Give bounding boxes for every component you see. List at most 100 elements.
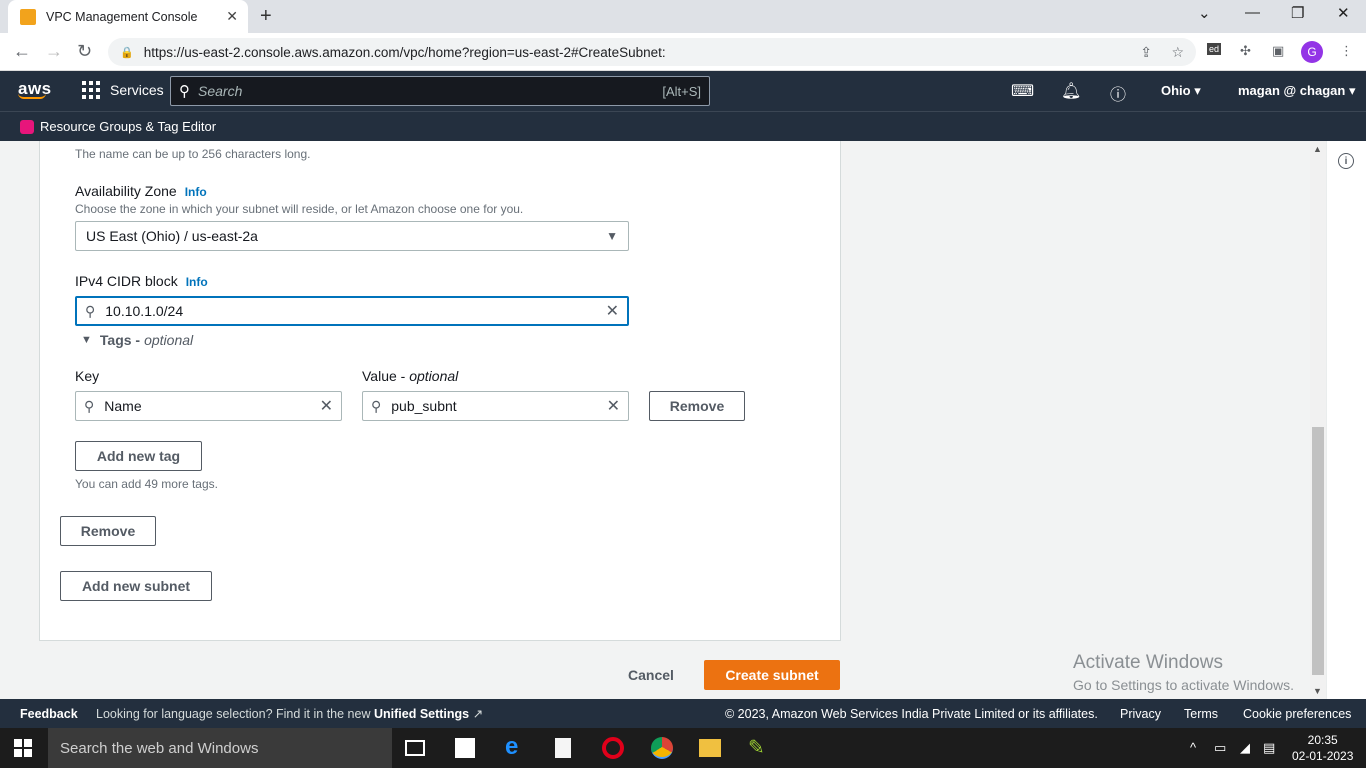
caret-down-icon: ▼ bbox=[606, 229, 618, 243]
store-icon[interactable] bbox=[455, 738, 475, 758]
availability-zone-select[interactable]: US East (Ohio) / us-east-2a ▼ bbox=[75, 221, 629, 251]
scroll-down-icon[interactable]: ▼ bbox=[1313, 686, 1322, 696]
tags-expander[interactable]: ▼ Tags - optional bbox=[81, 332, 193, 348]
file-explorer-icon[interactable] bbox=[699, 739, 721, 757]
opera-icon[interactable] bbox=[602, 737, 624, 759]
paint-icon[interactable]: ✎ bbox=[748, 735, 770, 759]
tag-key-value: Name bbox=[104, 398, 142, 414]
search-icon: ⚲ bbox=[179, 83, 190, 100]
add-new-tag-button[interactable]: Add new tag bbox=[75, 441, 202, 471]
puzzle-icon[interactable]: ✣ bbox=[1240, 43, 1251, 59]
cidr-input[interactable]: ⚲ 10.10.1.0/24 ✕ bbox=[75, 296, 629, 326]
forward-icon[interactable]: → bbox=[45, 41, 63, 62]
search-shortcut: [Alt+S] bbox=[662, 83, 701, 99]
az-info-link[interactable]: Info bbox=[185, 185, 207, 199]
az-label-text: Availability Zone bbox=[75, 183, 177, 199]
resource-groups-link[interactable]: Resource Groups & Tag Editor bbox=[40, 119, 216, 134]
value-label: Value - optional bbox=[362, 368, 458, 384]
tab-search-icon[interactable]: ⌄ bbox=[1198, 4, 1211, 22]
az-value: US East (Ohio) / us-east-2a bbox=[86, 228, 258, 244]
language-notice-text: Looking for language selection? Find it … bbox=[96, 707, 371, 721]
tab-title: VPC Management Console bbox=[46, 9, 198, 24]
back-icon[interactable]: ← bbox=[13, 41, 31, 62]
edge-icon[interactable]: e bbox=[505, 733, 527, 760]
copyright: © 2023, Amazon Web Services India Privat… bbox=[725, 706, 1098, 721]
add-new-subnet-button[interactable]: Add new subnet bbox=[60, 571, 212, 601]
profile-avatar[interactable]: G bbox=[1301, 41, 1323, 63]
az-label: Availability Zone Info bbox=[75, 183, 207, 199]
cidr-label-text: IPv4 CIDR block bbox=[75, 273, 178, 289]
value-optional: optional bbox=[409, 368, 459, 384]
feedback-link[interactable]: Feedback bbox=[20, 707, 78, 721]
close-window-icon[interactable]: ✕ bbox=[1337, 4, 1350, 22]
cidr-info-link[interactable]: Info bbox=[186, 275, 208, 289]
page-scrollbar[interactable]: ▲ ▼ bbox=[1310, 141, 1326, 699]
extension-ed-icon[interactable]: ed bbox=[1207, 43, 1222, 55]
close-tab-icon[interactable]: ✕ bbox=[226, 8, 238, 25]
windows-start-icon[interactable] bbox=[14, 739, 32, 757]
side-panel-icon[interactable]: ▣ bbox=[1272, 43, 1284, 59]
account-menu[interactable]: magan @ chagan ▾ bbox=[1238, 83, 1355, 99]
cancel-button[interactable]: Cancel bbox=[628, 667, 674, 683]
tags-remaining-hint: You can add 49 more tags. bbox=[75, 477, 218, 491]
notification-center-icon[interactable]: ▤ bbox=[1263, 740, 1275, 756]
activate-windows-title: Activate Windows bbox=[1073, 652, 1223, 673]
cookie-preferences-link[interactable]: Cookie preferences bbox=[1243, 707, 1351, 721]
cidr-label: IPv4 CIDR block Info bbox=[75, 273, 208, 289]
terms-link[interactable]: Terms bbox=[1184, 707, 1218, 721]
restore-icon[interactable]: ❐ bbox=[1291, 4, 1304, 22]
reload-icon[interactable]: ↻ bbox=[77, 41, 92, 62]
taskbar-search[interactable]: Search the web and Windows bbox=[48, 728, 392, 768]
chrome-icon[interactable] bbox=[651, 737, 673, 759]
name-hint: The name can be up to 256 characters lon… bbox=[75, 147, 311, 161]
help-icon[interactable]: ⓘ bbox=[1110, 81, 1126, 105]
notifications-icon[interactable]: 🔔︎ bbox=[1061, 81, 1081, 101]
tag-value-input[interactable]: ⚲ pub_subnt ✕ bbox=[362, 391, 629, 421]
language-notice: Looking for language selection? Find it … bbox=[96, 706, 483, 721]
browser-tab[interactable]: VPC Management Console ✕ bbox=[8, 0, 248, 33]
aws-favicon-icon bbox=[20, 8, 36, 25]
create-subnet-button[interactable]: Create subnet bbox=[704, 660, 840, 690]
new-tab-icon[interactable]: + bbox=[260, 5, 272, 28]
caret-down-icon: ▼ bbox=[81, 334, 92, 346]
clear-icon[interactable]: ✕ bbox=[320, 396, 333, 416]
minimize-icon[interactable]: — bbox=[1245, 4, 1260, 21]
services-label: Services bbox=[110, 82, 164, 98]
unified-settings-link[interactable]: Unified Settings bbox=[374, 707, 469, 721]
tags-optional: optional bbox=[144, 332, 194, 348]
scrollbar-thumb[interactable] bbox=[1312, 427, 1324, 675]
resource-groups-bar: Resource Groups & Tag Editor bbox=[0, 111, 1366, 141]
search-placeholder: Search bbox=[198, 83, 243, 99]
aws-search-input[interactable]: ⚲ Search [Alt+S] bbox=[170, 76, 710, 106]
lock-icon: 🔒 bbox=[120, 46, 134, 59]
search-icon: ⚲ bbox=[85, 302, 96, 319]
info-panel-icon[interactable]: i bbox=[1338, 153, 1354, 169]
services-menu[interactable]: Services bbox=[82, 81, 164, 99]
share-icon[interactable]: ⇪ ☆ bbox=[1140, 44, 1184, 61]
address-bar[interactable]: 🔒 https://us-east-2.console.aws.amazon.c… bbox=[108, 38, 1196, 66]
windows-taskbar: Search the web and Windows e ✎ ^ ▭ ◢ ▤ 2… bbox=[0, 728, 1366, 768]
battery-icon[interactable]: ▭ bbox=[1214, 740, 1226, 756]
notepad-icon[interactable] bbox=[555, 738, 571, 758]
clear-icon[interactable]: ✕ bbox=[606, 301, 619, 321]
wifi-icon[interactable]: ◢ bbox=[1240, 740, 1250, 756]
menu-icon[interactable]: ⋮ bbox=[1340, 43, 1353, 59]
region-label: Ohio bbox=[1161, 83, 1191, 98]
help-rail: i bbox=[1326, 141, 1366, 699]
clear-icon[interactable]: ✕ bbox=[607, 396, 620, 416]
privacy-link[interactable]: Privacy bbox=[1120, 707, 1161, 721]
cloudshell-icon[interactable]: ⌨ bbox=[1011, 81, 1034, 101]
aws-footer: Feedback Looking for language selection?… bbox=[0, 699, 1366, 728]
taskbar-clock[interactable]: 20:35 02-01-2023 bbox=[1292, 732, 1353, 764]
aws-logo[interactable]: aws bbox=[18, 79, 52, 99]
scroll-up-icon[interactable]: ▲ bbox=[1313, 144, 1322, 154]
tags-label: Tags - bbox=[99, 332, 141, 348]
tag-key-input[interactable]: ⚲ Name ✕ bbox=[75, 391, 342, 421]
remove-tag-button[interactable]: Remove bbox=[649, 391, 745, 421]
remove-subnet-button[interactable]: Remove bbox=[60, 516, 156, 546]
key-label: Key bbox=[75, 368, 100, 384]
url-text: https://us-east-2.console.aws.amazon.com… bbox=[143, 44, 666, 60]
task-view-icon[interactable] bbox=[405, 740, 425, 756]
tray-expand-icon[interactable]: ^ bbox=[1190, 740, 1196, 755]
region-selector[interactable]: Ohio ▾ bbox=[1161, 83, 1201, 99]
